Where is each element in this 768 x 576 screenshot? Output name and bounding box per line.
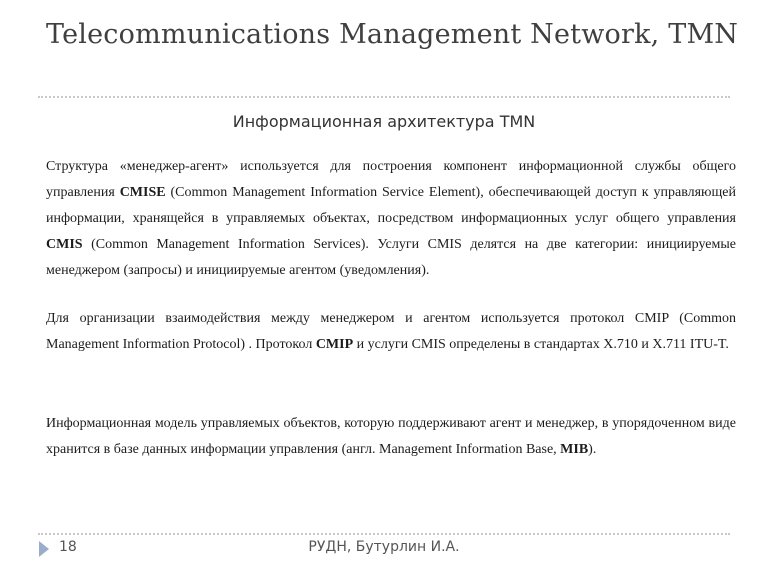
text-segment: ).: [588, 442, 597, 457]
paragraph-cmise: Структура «менеджер-агент» используется …: [46, 154, 736, 284]
footer-author: РУДН, Бутурлин И.А.: [308, 539, 460, 555]
paragraph-cmip: Для организации взаимодействия между мен…: [46, 306, 736, 358]
paragraph-mib: Информационная модель управляемых объект…: [46, 411, 736, 463]
term-cmise: CMISE: [119, 185, 166, 200]
term-mib: MIB: [560, 442, 589, 457]
slide-title: Telecommunications Management Network, T…: [46, 19, 739, 50]
term-cmis: CMIS: [46, 237, 83, 252]
title-divider: [38, 96, 730, 98]
text-segment: Информационная модель управляемых объект…: [46, 416, 736, 457]
footer-divider: [38, 533, 730, 535]
text-segment: (Common Management Information Services)…: [46, 237, 736, 278]
text-segment: и услуги CMIS определены в стандартах X.…: [353, 337, 729, 352]
slide-subtitle: Информационная архитектура TMN: [232, 112, 536, 131]
term-cmip: CMIP: [315, 337, 354, 352]
slide-footer: 18 РУДН, Бутурлин И.А.: [0, 539, 768, 561]
